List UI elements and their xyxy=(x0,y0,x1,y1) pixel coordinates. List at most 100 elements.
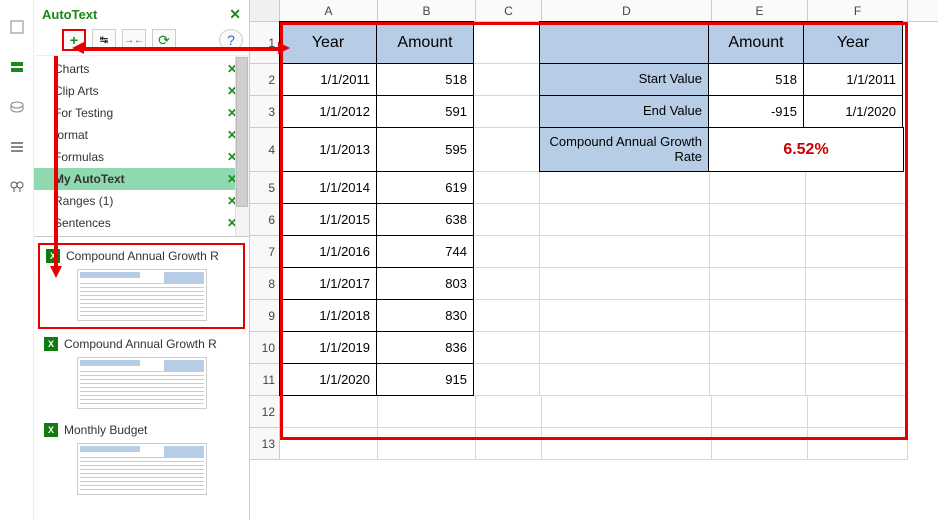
empty-cell[interactable] xyxy=(540,300,710,332)
row-header[interactable]: 7 xyxy=(250,236,280,268)
header-cell[interactable] xyxy=(539,21,709,64)
empty-cell[interactable] xyxy=(540,172,710,204)
tool-icon-3[interactable] xyxy=(8,98,26,116)
row-header[interactable]: 10 xyxy=(250,332,280,364)
data-cell[interactable]: 915 xyxy=(376,363,474,396)
empty-cell[interactable] xyxy=(474,268,540,300)
row-header[interactable]: 12 xyxy=(250,396,280,428)
empty-cell[interactable] xyxy=(474,332,540,364)
data-cell[interactable]: 744 xyxy=(376,235,474,268)
category-item[interactable]: Charts✕ xyxy=(34,58,249,80)
col-header-B[interactable]: B xyxy=(378,0,476,21)
data-cell[interactable]: 830 xyxy=(376,299,474,332)
category-list[interactable]: Charts✕Clip Arts✕For Testing✕format✕Form… xyxy=(34,56,249,236)
empty-cell[interactable] xyxy=(474,128,540,172)
empty-cell[interactable] xyxy=(378,396,476,428)
tool-icon-2[interactable] xyxy=(8,58,26,76)
row-header[interactable]: 13 xyxy=(250,428,280,460)
header-cell[interactable]: Year xyxy=(803,21,903,64)
select-all-corner[interactable] xyxy=(250,0,280,21)
empty-cell[interactable] xyxy=(280,396,378,428)
tb-help-button[interactable]: ? xyxy=(219,29,243,51)
tool-icon-1[interactable] xyxy=(8,18,26,36)
row-header[interactable]: 1 xyxy=(250,22,280,64)
empty-cell[interactable] xyxy=(808,396,908,428)
row-header[interactable]: 4 xyxy=(250,128,280,172)
data-cell[interactable]: 619 xyxy=(376,171,474,204)
empty-cell[interactable] xyxy=(280,428,378,460)
category-item[interactable]: Sentences✕ xyxy=(34,212,249,234)
label-cell[interactable]: Compound Annual Growth Rate xyxy=(539,127,709,172)
category-item[interactable]: For Testing✕ xyxy=(34,102,249,124)
empty-cell[interactable] xyxy=(806,364,906,396)
label-cell[interactable]: End Value xyxy=(539,95,709,128)
empty-cell[interactable] xyxy=(476,396,542,428)
empty-cell[interactable] xyxy=(474,64,540,96)
category-item[interactable]: Ranges (1)✕ xyxy=(34,190,249,212)
spreadsheet[interactable]: A B C D E F 1 Year Amount Amount Year 2 … xyxy=(250,0,938,520)
data-cell[interactable]: 1/1/2018 xyxy=(279,299,377,332)
col-header-C[interactable]: C xyxy=(476,0,542,21)
data-cell[interactable]: 518 xyxy=(376,63,474,96)
empty-cell[interactable] xyxy=(806,204,906,236)
empty-cell[interactable] xyxy=(710,332,806,364)
empty-cell[interactable] xyxy=(806,300,906,332)
empty-cell[interactable] xyxy=(540,236,710,268)
col-header-D[interactable]: D xyxy=(542,0,712,21)
empty-cell[interactable] xyxy=(474,300,540,332)
tb-collapse-button[interactable]: ↹ xyxy=(92,29,116,51)
autotext-entry[interactable]: XCompound Annual Growth R xyxy=(38,243,245,329)
header-cell[interactable]: Amount xyxy=(708,21,804,64)
empty-cell[interactable] xyxy=(710,204,806,236)
data-cell[interactable]: 1/1/2020 xyxy=(803,95,903,128)
data-cell[interactable]: 591 xyxy=(376,95,474,128)
empty-cell[interactable] xyxy=(806,172,906,204)
data-cell[interactable]: 1/1/2014 xyxy=(279,171,377,204)
label-cell[interactable]: Start Value xyxy=(539,63,709,96)
row-header[interactable]: 2 xyxy=(250,64,280,96)
col-header-E[interactable]: E xyxy=(712,0,808,21)
data-cell[interactable]: 836 xyxy=(376,331,474,364)
data-cell[interactable]: 1/1/2015 xyxy=(279,203,377,236)
empty-cell[interactable] xyxy=(542,396,712,428)
empty-cell[interactable] xyxy=(710,364,806,396)
empty-cell[interactable] xyxy=(808,428,908,460)
data-cell[interactable]: 1/1/2016 xyxy=(279,235,377,268)
category-item[interactable]: My AutoText✕ xyxy=(34,168,249,190)
empty-cell[interactable] xyxy=(540,268,710,300)
row-header[interactable]: 6 xyxy=(250,204,280,236)
row-header[interactable]: 8 xyxy=(250,268,280,300)
data-cell[interactable]: 1/1/2012 xyxy=(279,95,377,128)
row-header[interactable]: 5 xyxy=(250,172,280,204)
scroll-thumb[interactable] xyxy=(236,57,248,207)
data-cell[interactable]: 638 xyxy=(376,203,474,236)
category-item[interactable]: Formulas✕ xyxy=(34,146,249,168)
empty-cell[interactable] xyxy=(378,428,476,460)
autotext-entry[interactable]: XMonthly Budget xyxy=(38,419,245,501)
tool-icon-5[interactable] xyxy=(8,178,26,196)
empty-cell[interactable] xyxy=(540,204,710,236)
header-cell[interactable]: Amount xyxy=(376,21,474,64)
empty-cell[interactable] xyxy=(712,396,808,428)
row-header[interactable]: 11 xyxy=(250,364,280,396)
sidebar-close-icon[interactable]: ✕ xyxy=(229,6,241,23)
data-cell[interactable]: 1/1/2011 xyxy=(803,63,903,96)
header-cell[interactable]: Year xyxy=(279,21,377,64)
autotext-entry[interactable]: XCompound Annual Growth R xyxy=(38,333,245,415)
empty-cell[interactable] xyxy=(540,364,710,396)
category-scrollbar[interactable] xyxy=(235,56,249,236)
row-header[interactable]: 9 xyxy=(250,300,280,332)
tb-move-button[interactable]: →← xyxy=(122,29,146,51)
empty-cell[interactable] xyxy=(474,22,540,64)
add-autotext-button[interactable]: + xyxy=(62,29,86,51)
empty-cell[interactable] xyxy=(474,364,540,396)
category-item[interactable]: Clip Arts✕ xyxy=(34,80,249,102)
tool-icon-4[interactable] xyxy=(8,138,26,156)
cagr-result-cell[interactable]: 6.52% xyxy=(708,127,904,172)
empty-cell[interactable] xyxy=(542,428,712,460)
data-cell[interactable]: 1/1/2019 xyxy=(279,331,377,364)
empty-cell[interactable] xyxy=(806,332,906,364)
col-header-A[interactable]: A xyxy=(280,0,378,21)
empty-cell[interactable] xyxy=(712,428,808,460)
empty-cell[interactable] xyxy=(710,300,806,332)
